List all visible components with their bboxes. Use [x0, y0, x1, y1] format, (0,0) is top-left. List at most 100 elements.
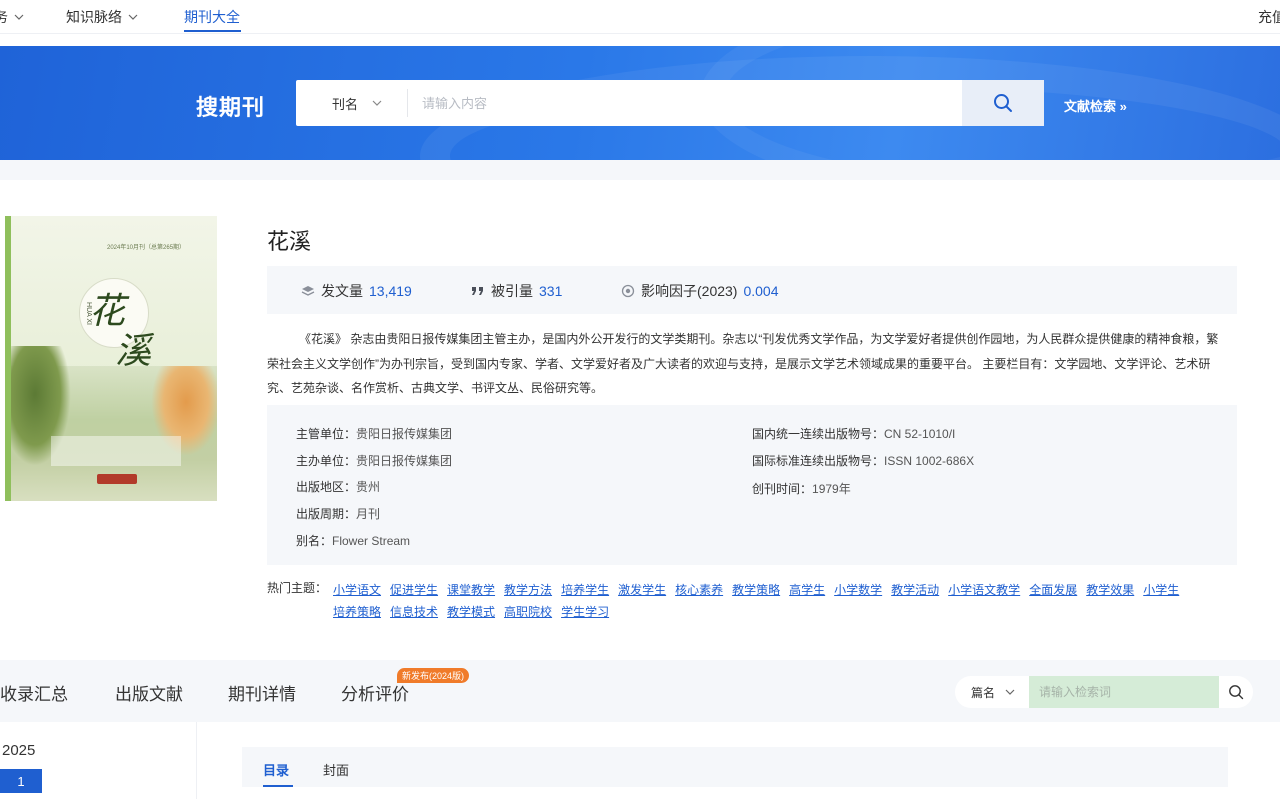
nav-item-label: 知识脉络	[66, 9, 122, 25]
article-search-input[interactable]	[1029, 676, 1219, 708]
info-value: 贵州	[356, 480, 381, 494]
info-founded: 创刊时间：1979年	[752, 480, 851, 497]
chevron-down-icon	[14, 14, 24, 20]
nav-item-label: 务	[0, 9, 8, 25]
journal-stats-bar: 发文量 13,419 被引量 331 影响因子(2023) 0.004	[267, 266, 1237, 314]
hot-topic-tag[interactable]: 小学数学	[834, 579, 882, 601]
info-key: 出版周期：	[296, 507, 357, 521]
content-subtabs: 目录 封面	[242, 747, 1228, 787]
hot-topic-tag[interactable]: 学生学习	[561, 601, 609, 623]
banner-title: 搜期刊	[196, 95, 266, 120]
article-search-box: 篇名	[955, 676, 1253, 708]
info-region: 出版地区：贵州	[296, 478, 380, 495]
hot-topic-tag[interactable]: 教学策略	[732, 579, 780, 601]
hot-topic-tag[interactable]: 培养学生	[561, 579, 609, 601]
stat-articles: 发文量 13,419	[301, 281, 412, 301]
journal-search-box: 刊名	[296, 80, 1044, 126]
publisher-logo	[97, 474, 137, 484]
info-key: 别名：	[296, 534, 333, 548]
nav-item-journals[interactable]: 期刊大全	[184, 7, 240, 27]
top-nav: 务 知识脉络 期刊大全 充值	[0, 0, 1280, 34]
article-search-button[interactable]	[1219, 684, 1253, 700]
search-button[interactable]	[962, 80, 1044, 126]
stat-label: 发文量	[321, 283, 363, 299]
search-field-select[interactable]: 刊名	[296, 89, 408, 117]
chevron-down-icon	[372, 100, 382, 106]
journal-info-box: 主管单位：贵阳日报传媒集团 主办单位：贵阳日报传媒集团 出版地区：贵州 出版周期…	[267, 405, 1237, 565]
subtab-toc[interactable]: 目录	[263, 760, 289, 779]
hot-topic-tag[interactable]: 激发学生	[618, 579, 666, 601]
cover-issue-line: 2024年10月刊（总第265期）	[107, 245, 186, 251]
hot-topic-tag[interactable]: 课堂教学	[447, 579, 495, 601]
info-value: CN 52-1010/I	[884, 427, 956, 441]
info-value: 贵阳日报传媒集团	[356, 427, 453, 441]
info-sponsor: 主办单位：贵阳日报传媒集团	[296, 452, 452, 469]
journal-title: 花溪	[267, 230, 312, 255]
search-banner: 搜期刊 刊名 文献检索 »	[0, 46, 1280, 160]
nav-item-knowledge[interactable]: 知识脉络	[66, 7, 138, 27]
journal-tab-bar: 收录汇总 出版文献 期刊详情 分析评价 新发布(2024版) 篇名	[0, 660, 1280, 722]
article-search-field-select[interactable]: 篇名	[955, 684, 1029, 701]
stat-impact-factor: 影响因子(2023) 0.004	[621, 281, 779, 301]
info-issn: 国际标准连续出版物号：ISSN 1002-686X	[752, 452, 974, 469]
search-icon	[994, 94, 1012, 112]
hot-topic-tag[interactable]: 教学活动	[891, 579, 939, 601]
section-divider	[0, 160, 1280, 180]
info-cycle: 出版周期：月刊	[296, 505, 380, 522]
stat-value: 331	[539, 283, 563, 299]
stat-label: 被引量	[491, 283, 533, 299]
nav-item-service[interactable]: 务	[0, 7, 24, 27]
info-value: 月刊	[356, 507, 381, 521]
hot-topic-tag[interactable]: 信息技术	[390, 601, 438, 623]
hot-topic-tag[interactable]: 核心素养	[675, 579, 723, 601]
stat-citations: 被引量 331	[471, 281, 562, 301]
hot-topic-tag[interactable]: 小学语文	[333, 579, 381, 601]
search-icon	[1229, 685, 1244, 700]
info-cn: 国内统一连续出版物号：CN 52-1010/I	[752, 425, 955, 442]
hot-topic-tag[interactable]: 教学模式	[447, 601, 495, 623]
recharge-link[interactable]: 充值	[1258, 7, 1280, 27]
search-field-label: 刊名	[332, 96, 359, 112]
info-value: 贵阳日报传媒集团	[356, 454, 453, 468]
info-value: 1979年	[812, 482, 851, 496]
literature-search-link[interactable]: 文献检索 »	[1064, 96, 1127, 115]
info-value: Flower Stream	[332, 534, 411, 548]
info-supervisor: 主管单位：贵阳日报传媒集团	[296, 425, 452, 442]
nav-item-label: 期刊大全	[184, 9, 240, 25]
hot-topic-tag[interactable]: 促进学生	[390, 579, 438, 601]
tab-analysis[interactable]: 分析评价	[341, 680, 409, 705]
hot-topic-tag[interactable]: 全面发展	[1029, 579, 1077, 601]
info-key: 出版地区：	[296, 480, 357, 494]
active-tab-indicator	[184, 30, 241, 32]
target-icon	[621, 284, 635, 298]
stat-value: 0.004	[743, 283, 779, 299]
cover-title-char: 溪	[115, 331, 152, 372]
hot-topic-tag[interactable]: 高职院校	[504, 601, 552, 623]
chevron-down-icon	[128, 14, 138, 20]
cover-latin-title: HUA XI	[84, 302, 92, 325]
info-value: ISSN 1002-686X	[884, 454, 975, 468]
hot-topic-tag[interactable]: 小学语文教学	[948, 579, 1020, 601]
hot-topic-tags: 小学语文 促进学生 课堂教学 教学方法 培养学生 激发学生 核心素养 教学策略 高学生 小学数学教…	[333, 579, 1223, 623]
hot-topic-tag[interactable]: 培养策略	[333, 601, 381, 623]
issue-button[interactable]: 1	[0, 769, 42, 793]
hot-topics-label: 热门主题：	[267, 581, 328, 595]
year-sidebar: 2025 1	[0, 722, 197, 799]
tab-journal-details[interactable]: 期刊详情	[228, 680, 296, 705]
info-key: 主办单位：	[296, 454, 357, 468]
journal-search-input[interactable]	[408, 80, 962, 126]
info-key: 国际标准连续出版物号：	[752, 454, 885, 468]
info-alias: 别名：Flower Stream	[296, 532, 410, 549]
layers-icon	[301, 286, 315, 296]
subtab-cover[interactable]: 封面	[323, 760, 349, 779]
tab-summary[interactable]: 收录汇总	[0, 680, 68, 705]
stat-value: 13,419	[369, 283, 412, 299]
hot-topic-tag[interactable]: 教学方法	[504, 579, 552, 601]
hot-topic-tag[interactable]: 高学生	[789, 579, 825, 601]
tab-publications[interactable]: 出版文献	[115, 680, 183, 705]
hot-topic-tag[interactable]: 小学生	[1143, 579, 1179, 601]
quote-icon	[472, 287, 483, 295]
hot-topic-tag[interactable]: 教学效果	[1086, 579, 1134, 601]
year-label[interactable]: 2025	[2, 742, 35, 759]
info-key: 国内统一连续出版物号：	[752, 427, 885, 441]
